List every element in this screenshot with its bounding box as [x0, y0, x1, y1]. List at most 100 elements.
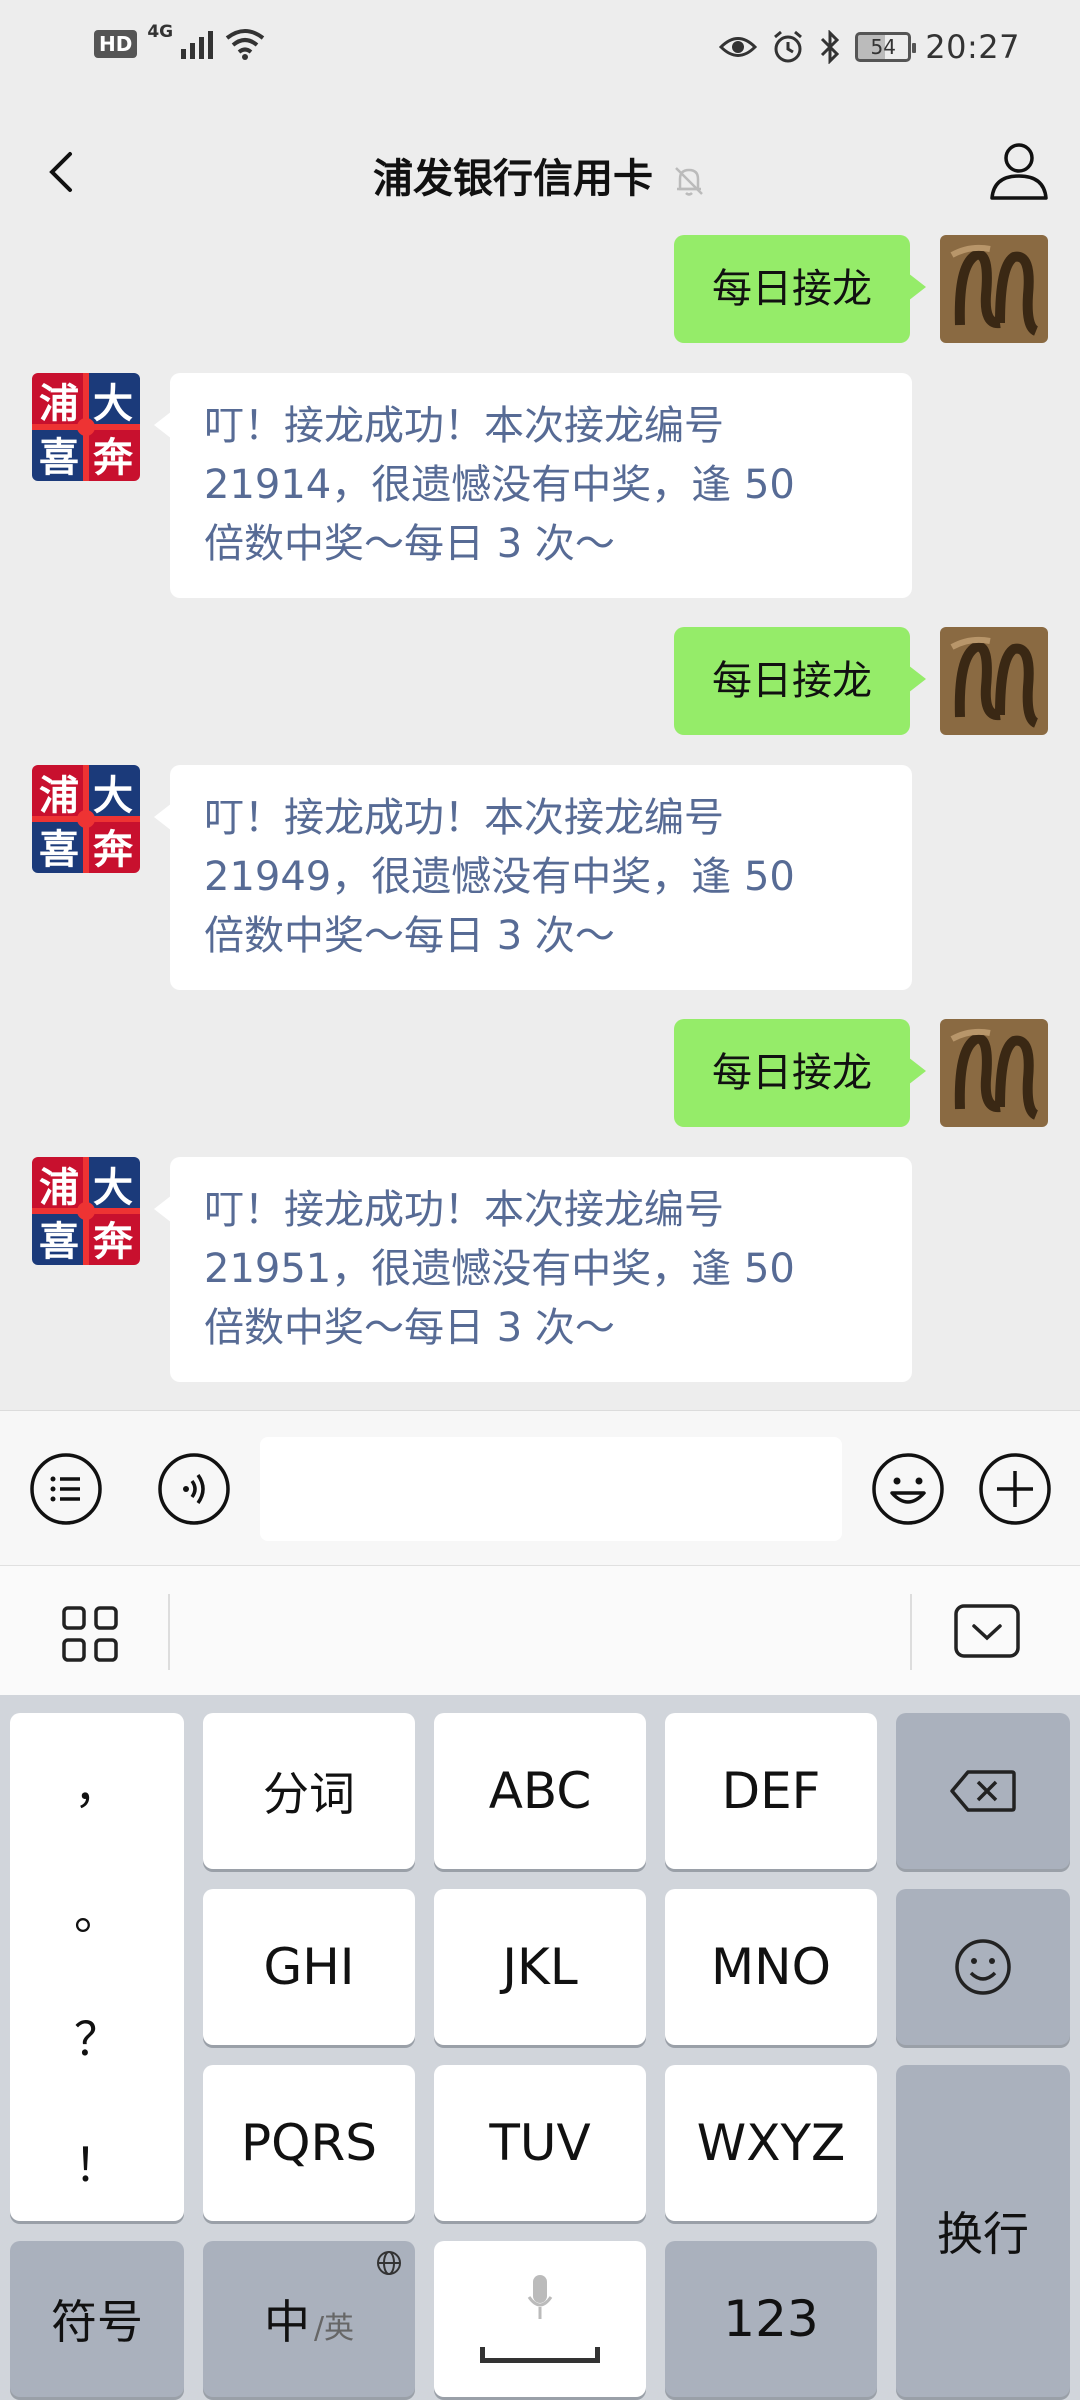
hide-keyboard-icon[interactable] [952, 1602, 1022, 1660]
chat-title: 浦发银行信用卡 [0, 146, 1080, 204]
key-label: PQRS [241, 2114, 377, 2172]
eye-icon [719, 37, 758, 57]
key-label: 123 [723, 2290, 819, 2348]
received-bubble[interactable]: 叮！接龙成功！本次接龙编号 21951，很遗憾没有中奖，逢 50 倍数中奖～每日… [154, 1157, 912, 1382]
microphone-icon [527, 2275, 553, 2319]
network-type: 4G [147, 22, 174, 42]
user-avatar[interactable] [940, 235, 1048, 343]
bank-avatar-char: 浦 [39, 1165, 79, 1211]
punct-period[interactable]: 。 [10, 1877, 184, 1943]
bank-avatar-char: 大 [93, 381, 133, 427]
profile-icon[interactable] [984, 136, 1054, 206]
key-tuv[interactable]: TUV [434, 2065, 646, 2221]
message-line: 倍数中奖～每日 3 次～ [204, 521, 615, 567]
bank-avatar-image: 浦 大 喜 奔 [32, 373, 140, 481]
hd-badge: HD [94, 30, 138, 58]
key-abc[interactable]: ABC [434, 1713, 646, 1869]
punct-question[interactable]: ？ [10, 2003, 184, 2069]
bank-avatar-char: 喜 [39, 1219, 79, 1265]
bank-avatar-char: 喜 [39, 827, 79, 873]
bank-avatar[interactable]: 浦 大 喜 奔 [32, 373, 140, 481]
symbols-key[interactable]: 符号 [10, 2241, 184, 2397]
punct-exclaim[interactable]: ！ [10, 2129, 184, 2195]
message-line: 21951，很遗憾没有中奖，逢 50 [204, 1246, 795, 1292]
backspace-icon [950, 1770, 1016, 1812]
keyboard: ， 。 ？ ！ 分词 ABC DEF GHI JKL MNO PQRS TUV … [0, 1695, 1080, 2400]
chat-title-text: 浦发银行信用卡 [373, 156, 653, 202]
alarm-icon [774, 30, 803, 63]
received-bubble[interactable]: 叮！接龙成功！本次接龙编号 21949，很遗憾没有中奖，逢 50 倍数中奖～每日… [154, 765, 912, 990]
bank-avatar-char: 奔 [93, 1219, 134, 1265]
punct-comma[interactable]: ， [10, 1751, 184, 1817]
key-label: WXYZ [696, 2114, 846, 2172]
received-bubble[interactable]: 叮！接龙成功！本次接龙编号 21914，很遗憾没有中奖，逢 50 倍数中奖～每日… [154, 373, 912, 598]
message-line: 21914，很遗憾没有中奖，逢 50 [204, 462, 795, 508]
battery-indicator: 54 [855, 32, 917, 62]
chat-messages[interactable]: 每日接龙 浦 大 喜 奔 叮！接龙成功！本次接龙编号 21914，很遗憾没有中奖… [0, 235, 1080, 1410]
bank-avatar-image: 浦 大 喜 奔 [32, 1157, 140, 1265]
key-label: JKL [502, 1938, 578, 1996]
key-jkl[interactable]: JKL [434, 1889, 646, 2045]
key-sublabel: /英 [313, 2311, 355, 2346]
status-left: HD 4G [94, 22, 265, 60]
user-avatar[interactable] [940, 627, 1048, 735]
globe-icon [377, 2251, 401, 2275]
key-mno[interactable]: MNO [665, 1889, 877, 2045]
sent-bubble[interactable]: 每日接龙 [674, 1019, 926, 1127]
bank-avatar-char: 浦 [39, 773, 79, 819]
bluetooth-icon [821, 30, 840, 64]
list-menu-icon[interactable] [28, 1451, 104, 1527]
space-key[interactable] [434, 2241, 646, 2397]
key-label: 中 [263, 2295, 310, 2349]
user-avatar-image [940, 1019, 1048, 1127]
message-line: 叮！接龙成功！本次接龙编号 [204, 795, 724, 841]
user-avatar-image [940, 235, 1048, 343]
status-bar: HD 4G 54 20:27 [0, 0, 1080, 110]
key-fenci[interactable]: 分词 [203, 1713, 415, 1869]
key-label: 符号 [51, 2295, 143, 2349]
key-label: DEF [721, 1762, 821, 1820]
key-label: GHI [263, 1938, 355, 1996]
space-bar-glyph [480, 2347, 600, 2363]
clock: 20:27 [925, 28, 1020, 66]
key-pqrs[interactable]: PQRS [203, 2065, 415, 2221]
user-avatar-image [940, 627, 1048, 735]
message-input[interactable] [260, 1437, 842, 1541]
bank-avatar[interactable]: 浦 大 喜 奔 [32, 765, 140, 873]
sent-bubble[interactable]: 每日接龙 [674, 235, 926, 343]
language-switch-key[interactable]: 中/英 [203, 2241, 415, 2397]
voice-icon[interactable] [156, 1451, 232, 1527]
message-line: 叮！接龙成功！本次接龙编号 [204, 403, 724, 449]
bank-avatar[interactable]: 浦 大 喜 奔 [32, 1157, 140, 1265]
message-line: 21949，很遗憾没有中奖，逢 50 [204, 854, 795, 900]
bank-avatar-char: 奔 [93, 435, 134, 481]
grid-icon[interactable] [58, 1602, 122, 1666]
sent-bubble[interactable]: 每日接龙 [674, 627, 926, 735]
message-line: 倍数中奖～每日 3 次～ [204, 913, 615, 959]
bank-avatar-image: 浦 大 喜 奔 [32, 765, 140, 873]
bank-avatar-char: 大 [93, 773, 133, 819]
user-avatar[interactable] [940, 1019, 1048, 1127]
wechat-chat-screen: { "status_bar": { "hd": "HD", "network":… [0, 0, 1080, 2400]
numbers-key[interactable]: 123 [665, 2241, 877, 2397]
bank-avatar-char: 浦 [39, 381, 79, 427]
mute-bell-icon [675, 167, 703, 196]
punctuation-column[interactable]: ， 。 ？ ！ [10, 1713, 184, 2221]
enter-key[interactable]: 换行 [896, 2065, 1070, 2397]
key-label: 分词 [263, 1767, 355, 1821]
key-label: MNO [711, 1938, 831, 1996]
key-label: ABC [488, 1762, 592, 1820]
wifi-icon [225, 29, 265, 60]
emoji-key[interactable] [896, 1889, 1070, 2045]
key-def[interactable]: DEF [665, 1713, 877, 1869]
key-ghi[interactable]: GHI [203, 1889, 415, 2045]
message-line: 叮！接龙成功！本次接龙编号 [204, 1187, 724, 1233]
divider [910, 1594, 912, 1670]
bank-avatar-char: 喜 [39, 435, 79, 481]
bank-avatar-char: 奔 [93, 827, 134, 873]
backspace-key[interactable] [896, 1713, 1070, 1869]
plus-icon[interactable] [977, 1451, 1053, 1527]
emoji-icon[interactable] [870, 1451, 946, 1527]
key-wxyz[interactable]: WXYZ [665, 2065, 877, 2221]
bank-avatar-char: 大 [93, 1165, 133, 1211]
